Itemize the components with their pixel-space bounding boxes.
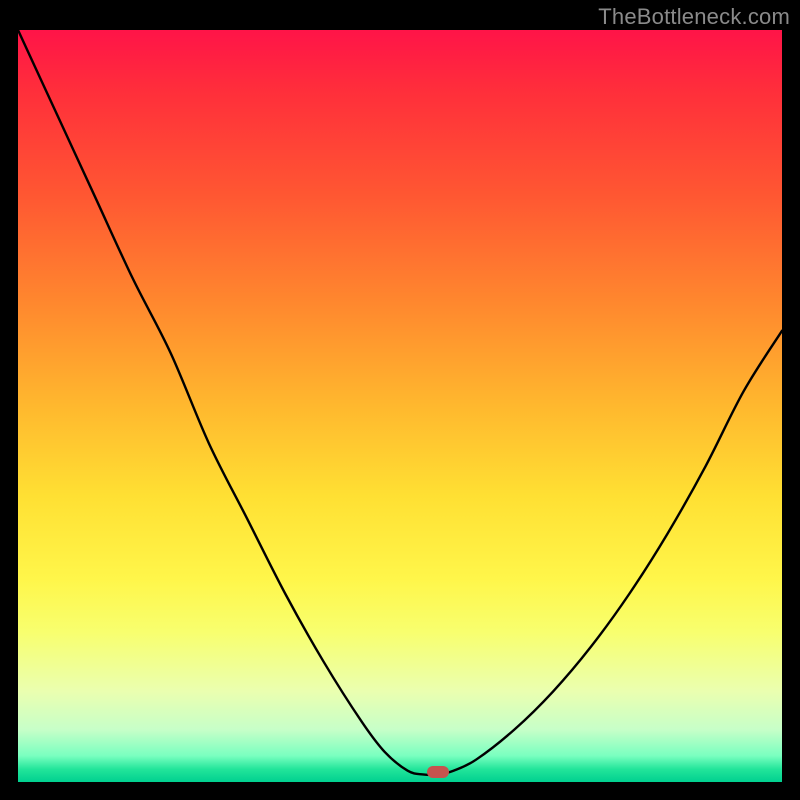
- watermark: TheBottleneck.com: [598, 4, 790, 30]
- chart-container: TheBottleneck.com: [0, 0, 800, 800]
- bottleneck-curve: [18, 30, 782, 782]
- optimal-point-marker: [427, 766, 449, 778]
- plot-area: [18, 30, 782, 782]
- curve-path: [18, 30, 782, 775]
